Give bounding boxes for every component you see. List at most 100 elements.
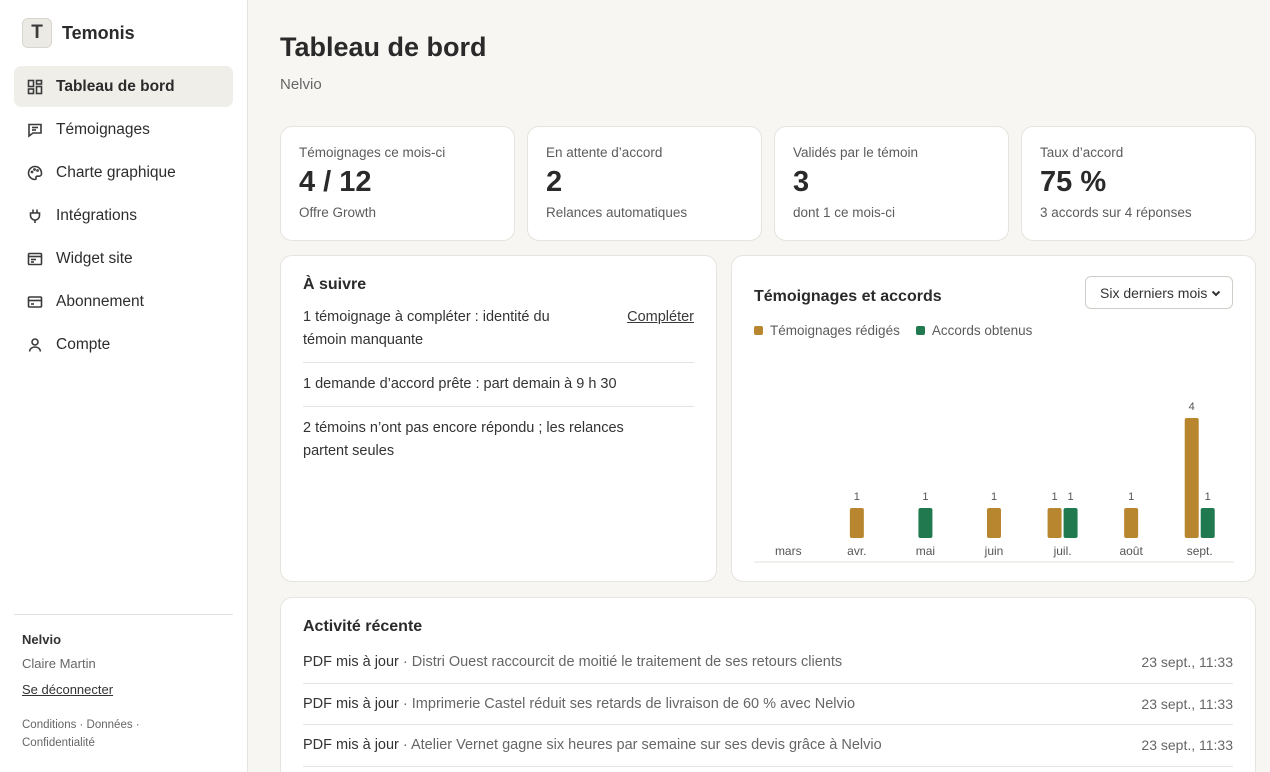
bar-value-label: 1 — [1068, 491, 1074, 503]
sidebar-nav: Tableau de bord Témoignages Charte graph… — [14, 66, 233, 367]
activity-kind: PDF mis à jour — [303, 737, 399, 754]
activity-row[interactable]: PDF mis à jour · Imprimerie Castel rédui… — [303, 684, 1233, 725]
chart-card: Témoignages et accords Six derniers mois… — [731, 255, 1256, 582]
sidebar-item-label: Widget site — [56, 249, 133, 267]
stat-note: Offre Growth — [299, 205, 377, 220]
todo-item: 1 témoignage à compléter : identité du t… — [303, 306, 694, 363]
bar-approved[interactable] — [1063, 508, 1078, 538]
page-subtitle: Nelvio — [280, 76, 322, 93]
activity-desc: Distri Ouest raccourcit de moitié le tra… — [411, 654, 843, 671]
activity-title: Activité récente — [303, 618, 423, 635]
chart-title: Témoignages et accords — [754, 287, 942, 305]
org-name: Nelvio — [22, 632, 62, 647]
bar-written[interactable] — [987, 508, 1001, 538]
stat-card-approval-rate: Taux d’accord 75 % 3 accords sur 4 répon… — [1021, 126, 1256, 241]
sidebar-item-brand-guide[interactable]: Charte graphique — [14, 152, 233, 193]
main-content: Tableau de bord Nelvio Témoignages ce mo… — [248, 0, 1270, 772]
x-tick-label: avr. — [847, 544, 866, 558]
todo-title: À suivre — [303, 276, 367, 293]
activity-list: PDF mis à jour · Distri Ouest raccourcit… — [303, 642, 1233, 767]
todo-text: 2 témoins n’ont pas encore répondu ; les… — [303, 420, 624, 459]
x-tick-label: mars — [775, 544, 802, 558]
bar-value-label: 1 — [854, 491, 860, 503]
sidebar-item-widget[interactable]: Widget site — [14, 238, 233, 279]
activity-desc: Atelier Vernet gagne six heures par sema… — [410, 737, 882, 754]
chart-header: Témoignages et accords Six derniers mois — [754, 276, 1233, 309]
stat-value: 4 / 12 — [299, 166, 372, 198]
bar-written[interactable] — [1047, 508, 1062, 538]
activity-row[interactable]: PDF mis à jour · Distri Ouest raccourcit… — [303, 642, 1233, 684]
credit-card-icon — [26, 293, 44, 311]
plug-icon — [26, 207, 44, 225]
bar-written[interactable] — [1184, 418, 1199, 538]
stat-label: En attente d’accord — [546, 145, 663, 160]
todo-item: 1 demande d’accord prête : part demain à… — [303, 363, 694, 407]
brand-name: Temonis — [62, 22, 135, 43]
bar-written[interactable] — [849, 508, 864, 538]
x-tick-label: sept. — [1187, 544, 1213, 558]
sidebar: T Temonis Tableau de bord Témoignages Ch… — [0, 0, 248, 772]
activity-separator: · — [398, 695, 412, 712]
activity-text: PDF mis à jour · Imprimerie Castel rédui… — [303, 696, 855, 712]
logout-link[interactable]: Se déconnecter — [22, 682, 113, 697]
todo-card: À suivre 1 témoignage à compléter : iden… — [280, 255, 717, 582]
x-tick-label: août — [1119, 544, 1143, 558]
bar-approved[interactable] — [1200, 508, 1215, 538]
legend-label: Témoignages rédigés — [770, 323, 900, 338]
dashboard-icon — [26, 78, 44, 96]
stat-label: Taux d’accord — [1040, 145, 1124, 160]
stat-label: Témoignages ce mois-ci — [299, 145, 446, 160]
x-tick-label: juin — [984, 544, 1004, 558]
stat-value: 2 — [546, 166, 563, 198]
period-select-value: Six derniers mois — [1100, 284, 1208, 301]
stat-card-pending-approval: En attente d’accord 2 Relances automatiq… — [527, 126, 762, 241]
activity-desc: Imprimerie Castel réduit ses retards de … — [411, 695, 856, 712]
stat-value: 3 — [793, 166, 810, 198]
stat-note: 3 accords sur 4 réponses — [1040, 205, 1192, 220]
user-icon — [26, 336, 44, 354]
stat-card-testimonials-month: Témoignages ce mois-ci 4 / 12 Offre Grow… — [280, 126, 515, 241]
bar-value-label: 4 — [1189, 401, 1195, 413]
sidebar-item-dashboard[interactable]: Tableau de bord — [14, 66, 233, 107]
sidebar-item-label: Compte — [56, 335, 111, 353]
sidebar-item-label: Intégrations — [56, 206, 137, 224]
legend-label: Accords obtenus — [931, 323, 1033, 338]
chart-legend: Témoignages rédigés Accords obtenus — [754, 323, 1233, 338]
x-tick-label: juil. — [1053, 544, 1072, 558]
sidebar-item-label: Tableau de bord — [56, 77, 175, 95]
activity-text: PDF mis à jour · Distri Ouest raccourcit… — [303, 654, 842, 670]
bar-approved[interactable] — [918, 508, 933, 538]
activity-time: 23 sept., 11:33 — [1141, 737, 1233, 754]
todo-item: 2 témoins n’ont pas encore répondu ; les… — [303, 407, 694, 473]
activity-separator: · — [398, 654, 412, 671]
complete-link[interactable]: Compléter — [627, 306, 694, 352]
sidebar-item-label: Abonnement — [56, 292, 144, 310]
stat-card-validated: Validés par le témoin 3 dont 1 ce mois-c… — [774, 126, 1009, 241]
bar-written[interactable] — [1124, 508, 1139, 538]
bar-value-label: 1 — [991, 491, 997, 503]
legend-item: Accords obtenus — [915, 323, 1033, 338]
stat-value: 75 % — [1040, 166, 1107, 198]
legal-links[interactable]: Conditions · Données · Confidentialité — [22, 716, 172, 752]
bar-value-label: 1 — [1052, 491, 1058, 503]
activity-kind: PDF mis à jour — [303, 654, 399, 671]
stat-label: Validés par le témoin — [793, 145, 919, 160]
activity-time: 23 sept., 11:33 — [1141, 695, 1233, 712]
period-select[interactable]: Six derniers mois — [1085, 276, 1233, 309]
sidebar-item-testimonials[interactable]: Témoignages — [14, 109, 233, 150]
bar-value-label: 1 — [922, 491, 928, 503]
message-icon — [26, 121, 44, 139]
bar-value-label: 1 — [1128, 491, 1134, 503]
chevron-down-icon — [1211, 290, 1221, 296]
brand[interactable]: T Temonis — [22, 18, 135, 48]
palette-icon — [26, 164, 44, 182]
account-footer: Nelvio Claire Martin Se déconnecter Cond… — [14, 614, 233, 752]
sidebar-item-subscription[interactable]: Abonnement — [14, 281, 233, 322]
activity-row[interactable]: PDF mis à jour · Atelier Vernet gagne si… — [303, 725, 1233, 767]
sidebar-item-label: Charte graphique — [56, 163, 176, 181]
sidebar-item-account[interactable]: Compte — [14, 324, 233, 365]
sidebar-item-integrations[interactable]: Intégrations — [14, 195, 233, 236]
activity-kind: PDF mis à jour — [303, 695, 399, 712]
todo-text: 1 témoignage à compléter : identité du t… — [303, 309, 550, 348]
stat-note: dont 1 ce mois-ci — [793, 205, 896, 220]
